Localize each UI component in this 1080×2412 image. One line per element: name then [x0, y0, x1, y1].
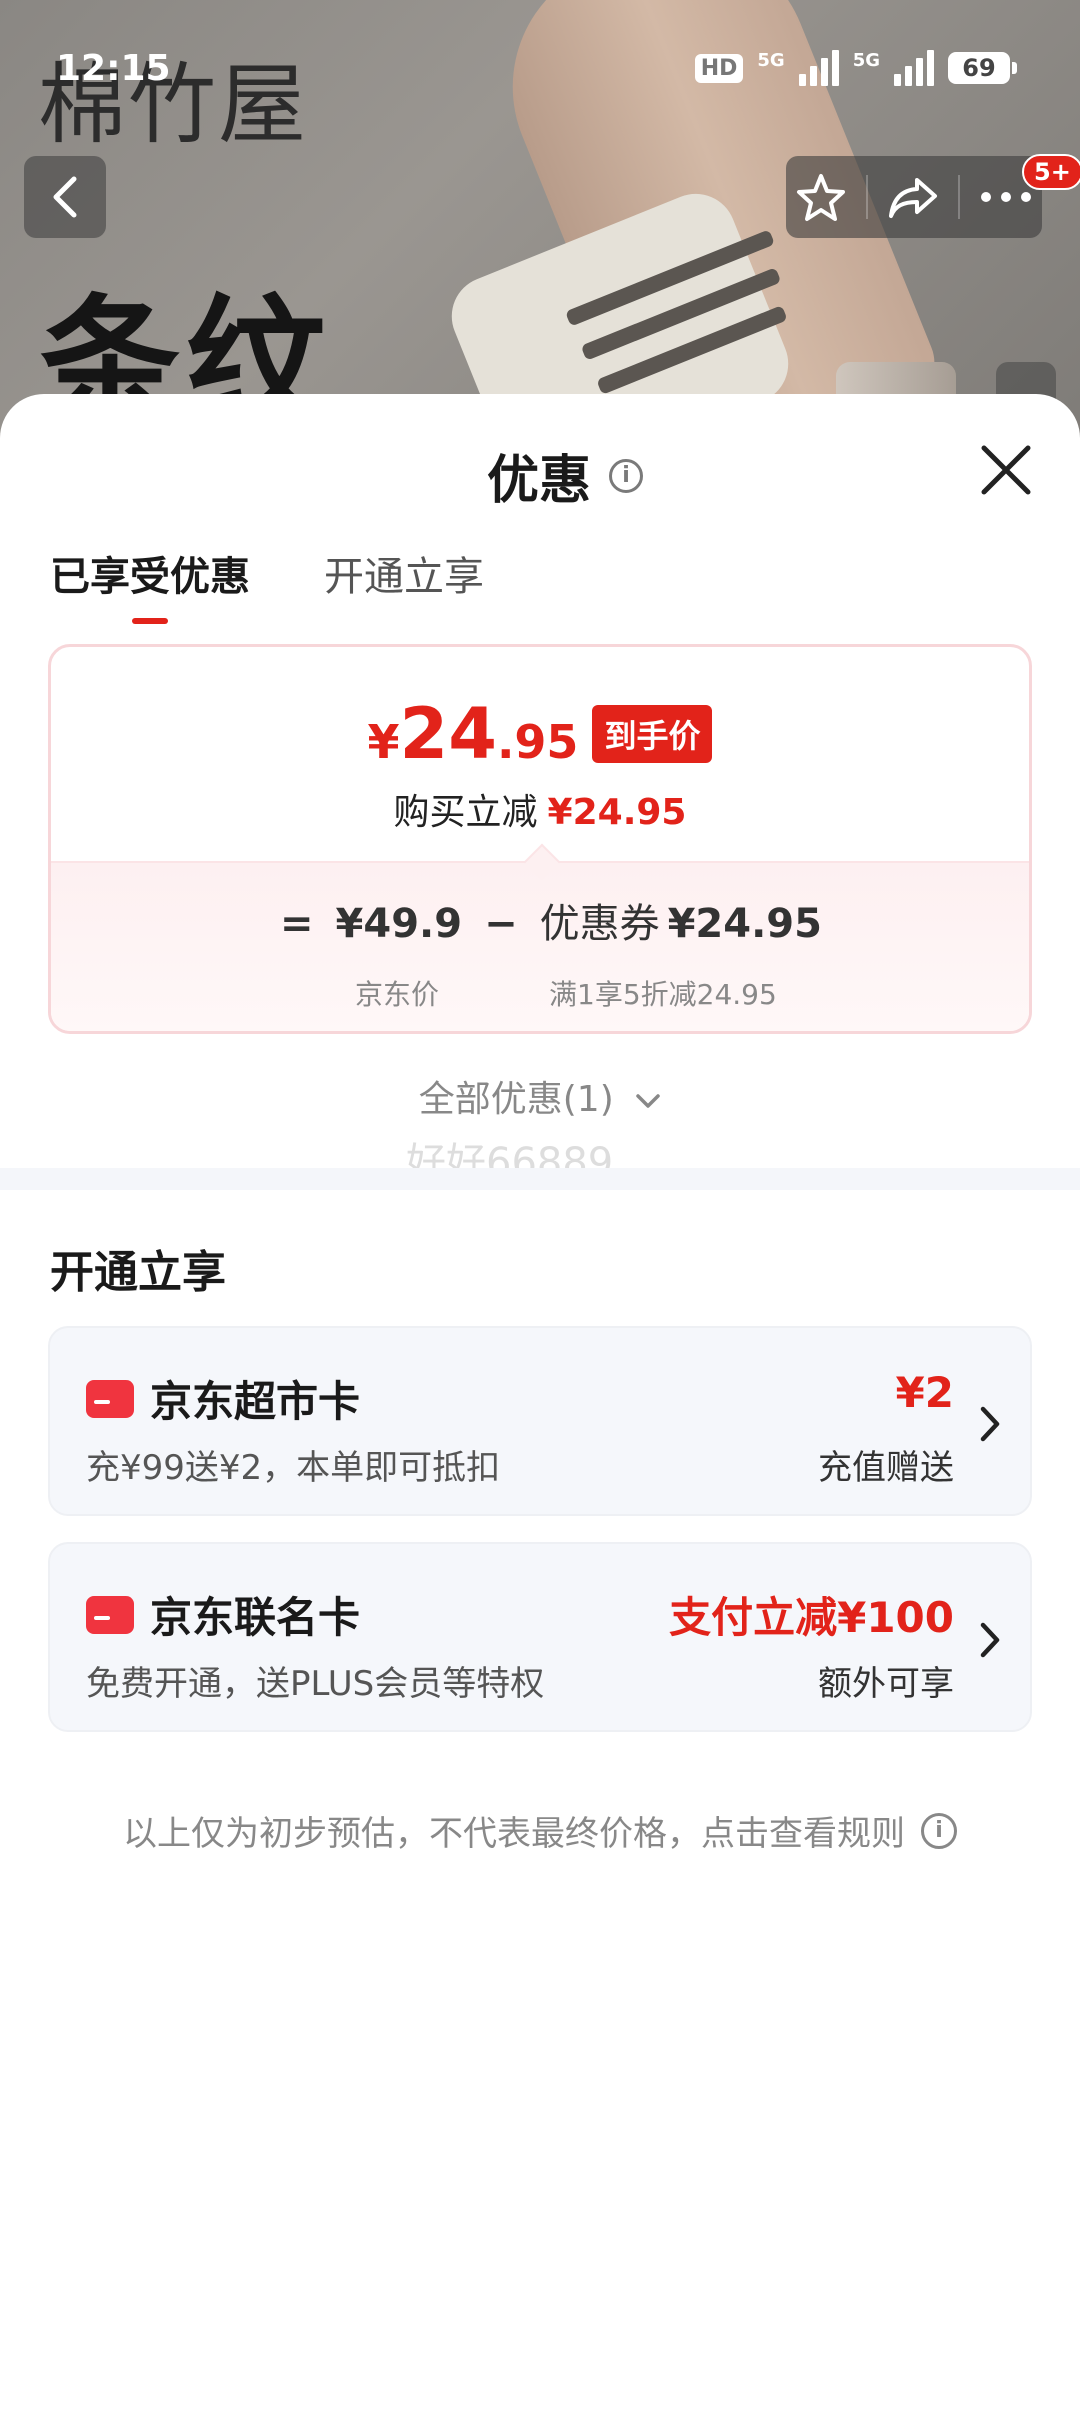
status-bar: 12:15 HD 5G 5G 69 [0, 0, 1080, 130]
minus-sign: − [484, 901, 518, 947]
hd-icon: HD [694, 53, 744, 83]
status-time: 12:15 [56, 48, 171, 89]
message-count-badge: 5+ [1022, 154, 1080, 190]
chevron-left-icon [53, 176, 77, 218]
chevron-right-icon [980, 1622, 1000, 1658]
status-icons: HD 5G 5G 69 [694, 50, 1017, 86]
sheet-tabs: 已享受优惠 开通立享 [50, 544, 484, 624]
coupon-value: ¥24.95 [667, 901, 822, 947]
offer-card-supermarket[interactable]: 京东超市卡 充¥99送¥2，本单即可抵扣 ¥2 充值赠送 [48, 1326, 1032, 1516]
price-formula: = ¥49.9 − 优惠券 ¥24.95 [51, 891, 1029, 949]
chevron-down-icon [636, 1094, 660, 1108]
discount-sheet: 优惠 i 已享受优惠 开通立享 ¥24.95 到手价 购买立减 ¥24.95 =… [0, 394, 1080, 2412]
final-price-card: ¥24.95 到手价 购买立减 ¥24.95 = ¥49.9 − 优惠券 ¥24.… [48, 644, 1032, 1034]
divider [866, 175, 869, 219]
all-offers-toggle[interactable]: 全部优惠(1) [0, 1070, 1080, 1122]
signal-icon [894, 50, 934, 86]
price-summary: ¥24.95 到手价 购买立减 ¥24.95 [51, 647, 1029, 861]
instant-discount-value: ¥24.95 [547, 792, 687, 833]
top-action-group [786, 156, 1042, 238]
signal-icon [798, 50, 839, 86]
page: 棉竹屋 条纹 12:15 HD 5G 5G 69 5+ 优惠 i 已享受优惠 开… [0, 0, 1080, 2412]
offer-card-cobrand[interactable]: 京东联名卡 免费开通，送PLUS会员等特权 支付立减¥100 额外可享 [48, 1542, 1032, 1732]
info-icon: i [921, 1812, 957, 1849]
more-icon[interactable] [979, 190, 1033, 204]
tab-enjoyed-discounts[interactable]: 已享受优惠 [50, 544, 250, 624]
sheet-title: 优惠 [487, 451, 592, 511]
offer-benefit-note: 额外可享 [818, 1664, 954, 1704]
final-price-tag: 到手价 [592, 705, 713, 763]
sheet-header: 优惠 i [487, 438, 644, 513]
offer-description: 充¥99送¥2，本单即可抵扣 [86, 1448, 501, 1488]
battery-icon: 69 [948, 52, 1017, 84]
share-icon[interactable] [887, 174, 939, 220]
chevron-right-icon [980, 1406, 1000, 1442]
equals-sign: = [280, 901, 314, 947]
final-price: ¥24.95 [367, 693, 579, 775]
all-offers-label: 全部优惠(1) [418, 1079, 614, 1120]
info-icon[interactable]: i [609, 458, 644, 493]
close-icon[interactable] [974, 438, 1038, 502]
offer-benefit: ¥2 [895, 1368, 954, 1417]
offer-description: 免费开通，送PLUS会员等特权 [86, 1664, 545, 1704]
instant-discount-line: 购买立减 ¥24.95 [51, 783, 1029, 835]
price-breakdown: = ¥49.9 − 优惠券 ¥24.95 京东价 满1享5折减24.95 [51, 843, 1029, 1031]
offer-name: 京东超市卡 [86, 1368, 360, 1429]
offer-benefit: 支付立减¥100 [669, 1593, 954, 1642]
final-price-line: ¥24.95 到手价 [51, 693, 1029, 775]
favorite-star-icon[interactable] [795, 172, 847, 222]
rules-note[interactable]: 以上仅为初步预估，不代表最终价格，点击查看规则 i [0, 1806, 1080, 1855]
card-icon [86, 1595, 134, 1634]
offer-benefit-note: 充值赠送 [818, 1448, 954, 1488]
section-divider [0, 1168, 1080, 1190]
tab-activate-benefits[interactable]: 开通立享 [324, 544, 484, 624]
coupon-description: 满1享5折减24.95 [549, 978, 777, 1011]
network-label: 5G [757, 50, 785, 71]
rules-note-text: 以上仅为初步预估，不代表最终价格，点击查看规则 [123, 1814, 905, 1854]
network-label: 5G [852, 50, 880, 71]
offer-name: 京东联名卡 [86, 1584, 360, 1645]
coupon-label: 优惠券 [539, 901, 660, 947]
divider [957, 175, 960, 219]
instant-discount-label: 购买立减 [393, 792, 538, 833]
jd-price-label: 京东价 [355, 978, 440, 1011]
back-button[interactable] [24, 156, 106, 238]
jd-price-value: ¥49.9 [335, 901, 463, 947]
section-title: 开通立享 [50, 1247, 226, 1298]
card-icon [86, 1379, 134, 1418]
